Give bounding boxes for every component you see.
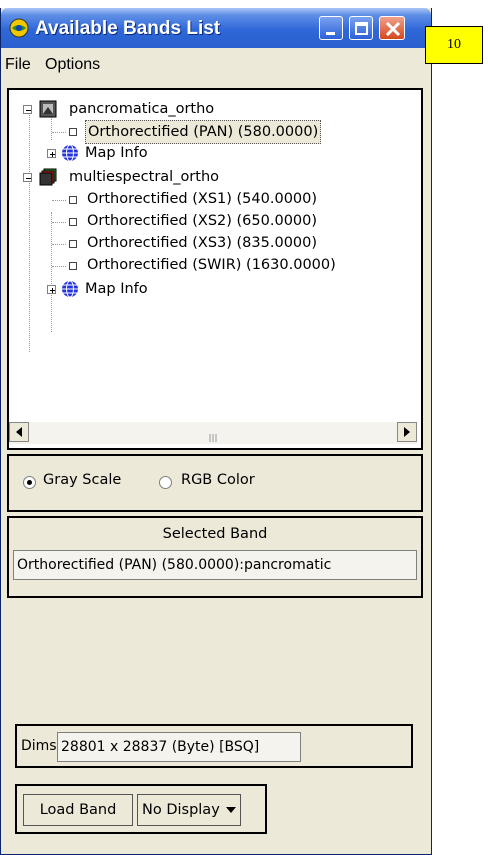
selected-band-group: Selected Band Orthorectified (PAN) (580.… — [7, 516, 423, 598]
band-tree[interactable]: pancromatica_ortho Orthorectified (PAN) … — [7, 88, 423, 450]
menu-file[interactable]: File — [5, 56, 31, 74]
globe-icon — [61, 280, 79, 305]
gray-scale-label: Gray Scale — [43, 472, 122, 488]
dims-label: Dims — [21, 738, 57, 754]
rgb-color-radio[interactable] — [159, 476, 172, 489]
horizontal-scrollbar[interactable] — [9, 422, 417, 444]
selected-band-field: Orthorectified (PAN) (580.0000):pancroma… — [13, 550, 417, 580]
close-button[interactable] — [379, 16, 405, 40]
collapse-icon[interactable] — [23, 173, 32, 182]
dims-group: Dims 28801 x 28837 (Byte) [BSQ] — [15, 724, 413, 768]
band-label: Orthorectified (XS3) (835.0000) — [87, 235, 318, 251]
band-leaf-icon — [69, 218, 77, 226]
selected-band-heading: Selected Band — [162, 526, 268, 542]
display-select-dropdown[interactable]: No Display — [137, 794, 241, 826]
tree-connector — [52, 222, 66, 223]
menu-bar: File Options — [5, 52, 429, 80]
map-info-label: Map Info — [85, 145, 148, 161]
minimize-button[interactable] — [319, 16, 343, 40]
maximize-button[interactable] — [349, 16, 373, 40]
color-mode-group: Gray Scale RGB Color — [7, 454, 423, 512]
expand-icon[interactable] — [47, 149, 56, 158]
tree-connector — [51, 212, 52, 332]
gray-scale-radio[interactable] — [23, 476, 36, 489]
callout-number-badge: 10 — [425, 26, 483, 64]
multiband-file-icon — [39, 168, 57, 193]
scroll-right-button[interactable] — [397, 422, 417, 442]
band-label-selected: Orthorectified (PAN) (580.0000) — [85, 120, 322, 144]
available-bands-window: Available Bands List File Options pancro… — [0, 8, 432, 855]
file-name: multiespectral_ortho — [69, 169, 220, 185]
band-leaf-icon — [69, 262, 77, 270]
collapse-icon[interactable] — [23, 105, 32, 114]
band-label: Orthorectified (XS2) (650.0000) — [87, 213, 318, 229]
menu-options[interactable]: Options — [45, 56, 100, 74]
actions-group: Load Band No Display — [15, 784, 267, 834]
rgb-color-label: RGB Color — [181, 472, 255, 488]
tree-connector — [52, 200, 66, 201]
image-file-icon — [39, 100, 57, 125]
band-leaf-icon — [69, 196, 77, 204]
chevron-down-icon — [226, 807, 236, 813]
tree-connector — [52, 244, 66, 245]
title-bar[interactable]: Available Bands List — [1, 8, 431, 48]
tree-connector — [52, 266, 66, 267]
scroll-grip-icon — [209, 429, 217, 442]
band-label: Orthorectified (SWIR) (1630.0000) — [87, 257, 336, 273]
file-name: pancromatica_ortho — [69, 101, 215, 117]
map-info-label: Map Info — [85, 281, 148, 297]
window-title: Available Bands List — [35, 18, 221, 39]
tree-connector — [52, 132, 66, 133]
display-select-value: No Display — [142, 802, 220, 818]
band-leaf-icon — [69, 128, 77, 136]
expand-icon[interactable] — [47, 285, 56, 294]
dims-field: 28801 x 28837 (Byte) [BSQ] — [57, 732, 301, 762]
envi-globe-icon — [9, 18, 29, 38]
scroll-left-button[interactable] — [9, 422, 29, 442]
band-label: Orthorectified (XS1) (540.0000) — [87, 191, 318, 207]
load-band-button[interactable]: Load Band — [23, 794, 133, 826]
band-leaf-icon — [69, 240, 77, 248]
tree-connector — [29, 112, 30, 352]
